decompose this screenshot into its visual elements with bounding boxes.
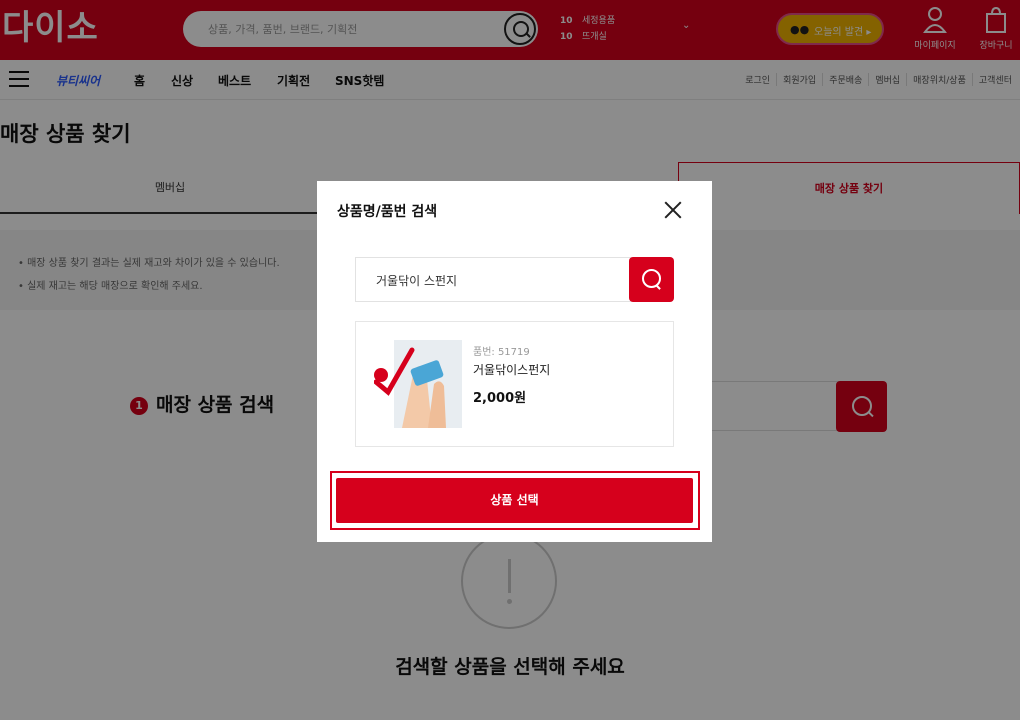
- modal-search-input[interactable]: 거울닦이 스펀지: [355, 257, 631, 302]
- close-icon[interactable]: [663, 200, 683, 220]
- product-name: 거울닦이스펀지: [473, 363, 551, 377]
- modal-title: 상품명/품번 검색: [337, 204, 438, 220]
- product-search-modal: 상품명/품번 검색 거울닦이 스펀지 품번: 51719 거울닦이스펀지 2,0…: [317, 181, 712, 542]
- product-number: 품번: 51719: [473, 347, 530, 358]
- selected-check-icon: [374, 368, 388, 382]
- select-product-button[interactable]: 상품 선택: [336, 478, 693, 523]
- product-thumbnail: [373, 340, 462, 428]
- sponge-product-image: [373, 340, 462, 428]
- search-result-item[interactable]: 품번: 51719 거울닦이스펀지 2,000원: [355, 321, 674, 447]
- product-price: 2,000원: [473, 391, 527, 406]
- modal-search-button[interactable]: [629, 257, 674, 302]
